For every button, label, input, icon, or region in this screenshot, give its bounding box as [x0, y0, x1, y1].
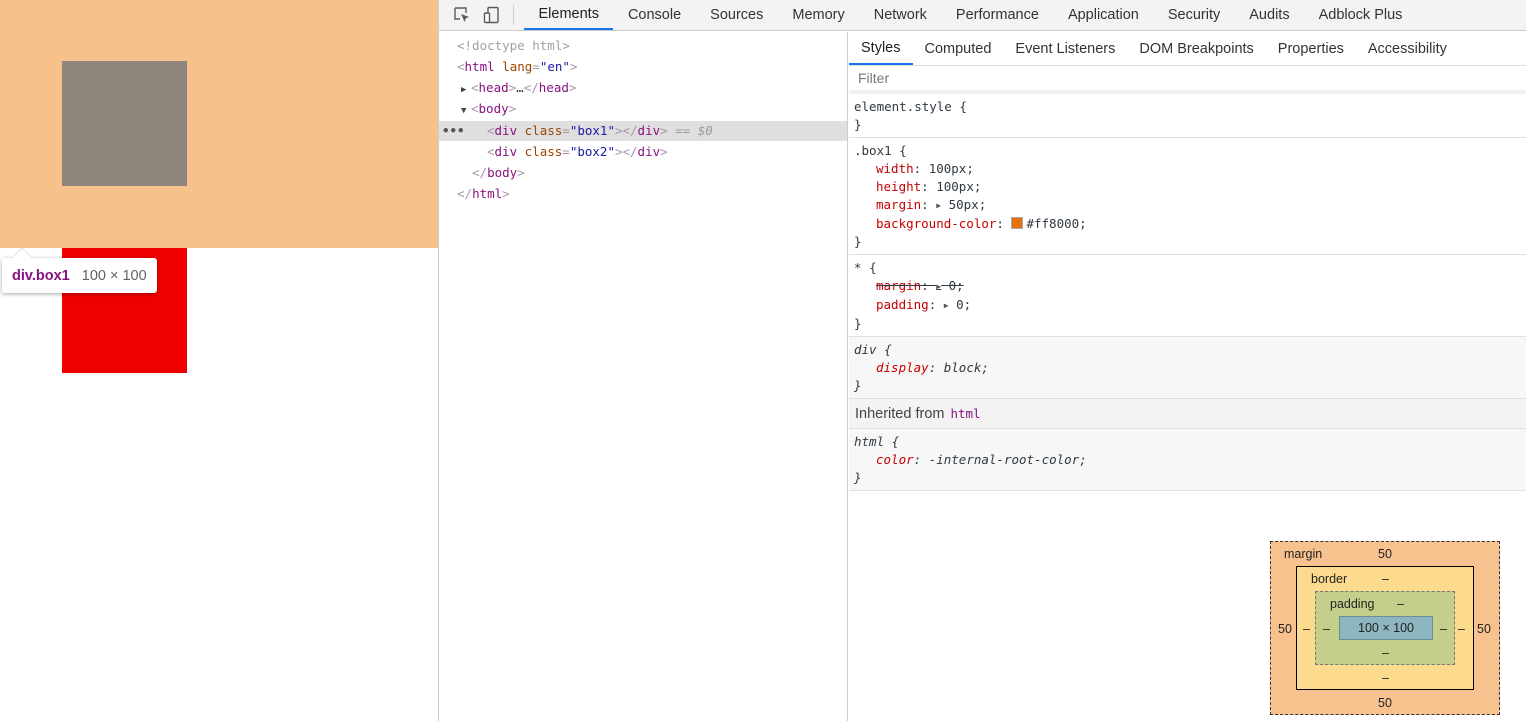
- border-left-value[interactable]: –: [1303, 622, 1310, 636]
- margin-bottom-value[interactable]: 50: [1378, 696, 1392, 710]
- padding-right-value[interactable]: –: [1440, 622, 1447, 636]
- tooltip-selector: div.box1: [12, 267, 70, 284]
- border-bottom-value[interactable]: –: [1382, 671, 1389, 685]
- box1-content-highlight: [62, 61, 187, 186]
- dom-html-open[interactable]: <html lang="en">: [439, 57, 847, 77]
- border-right-value[interactable]: –: [1458, 622, 1465, 636]
- toolbar-divider: [513, 5, 514, 25]
- box-model-padding-label: padding: [1330, 597, 1375, 611]
- rule-element-style[interactable]: element.style { }: [849, 94, 1526, 138]
- tab-console[interactable]: Console: [613, 0, 695, 30]
- dom-doctype[interactable]: <!doctype html>: [439, 36, 847, 56]
- color-swatch-icon[interactable]: [1011, 217, 1024, 229]
- styles-filter-input[interactable]: Filter: [849, 66, 1526, 94]
- devtools-window: Elements Console Sources Memory Network …: [438, 0, 1526, 721]
- expand-shorthand-icon[interactable]: ▶: [944, 301, 949, 310]
- inherited-from-header: Inherited from html: [849, 399, 1526, 429]
- box-model-border-label: border: [1311, 572, 1348, 586]
- subtab-accessibility[interactable]: Accessibility: [1356, 32, 1459, 65]
- styles-subtabs: Styles Computed Event Listeners DOM Brea…: [849, 32, 1526, 66]
- expand-shorthand-icon[interactable]: ▶: [936, 201, 941, 210]
- box-model-margin-label: margin: [1284, 547, 1323, 561]
- subtab-dom-breakpoints[interactable]: DOM Breakpoints: [1127, 32, 1265, 65]
- box-model-content[interactable]: 100 × 100: [1339, 616, 1433, 640]
- inspect-element-icon[interactable]: [447, 0, 477, 30]
- padding-bottom-value[interactable]: –: [1382, 646, 1389, 660]
- collapse-triangle-icon[interactable]: ▼: [461, 101, 471, 121]
- tooltip-size: 100 × 100: [81, 267, 147, 284]
- tab-performance[interactable]: Performance: [941, 0, 1053, 30]
- dom-tree: <!doctype html> <html lang="en"> ▶ <head>…: [439, 32, 848, 721]
- subtab-computed[interactable]: Computed: [913, 32, 1004, 65]
- rule-box1[interactable]: .box1 { width: 100px; height: 100px; mar…: [849, 138, 1526, 255]
- tab-elements[interactable]: Elements: [524, 0, 614, 30]
- padding-top-value[interactable]: –: [1397, 597, 1404, 611]
- dom-body-close[interactable]: </body>: [439, 163, 847, 183]
- dom-html-close[interactable]: </html>: [439, 184, 847, 204]
- subtab-styles[interactable]: Styles: [849, 32, 913, 65]
- page-preview: div.box1 100 × 100: [0, 0, 438, 721]
- margin-top-value[interactable]: 50: [1378, 547, 1392, 561]
- tab-sources[interactable]: Sources: [696, 0, 778, 30]
- inherited-from-link[interactable]: html: [950, 406, 980, 421]
- expand-triangle-icon[interactable]: ▶: [461, 80, 471, 100]
- dom-box1-node[interactable]: ••• <div class="box1"></div> == $0: [439, 121, 847, 141]
- dom-head-node[interactable]: ▶ <head>…</head>: [439, 78, 847, 98]
- margin-right-value[interactable]: 50: [1477, 622, 1491, 636]
- rule-universal[interactable]: * { margin: ▶ 0; padding: ▶ 0; }: [849, 255, 1526, 337]
- margin-left-value[interactable]: 50: [1278, 622, 1292, 636]
- rule-user-agent-div[interactable]: div { display: block; }: [849, 337, 1526, 399]
- tab-network[interactable]: Network: [859, 0, 941, 30]
- rule-html-inherited[interactable]: html { color: -internal-root-color; }: [849, 429, 1526, 491]
- expand-shorthand-icon[interactable]: ▶: [936, 282, 941, 291]
- tab-memory[interactable]: Memory: [778, 0, 859, 30]
- subtab-properties[interactable]: Properties: [1266, 32, 1356, 65]
- tab-audits[interactable]: Audits: [1235, 0, 1304, 30]
- devtools-tabbar: Elements Console Sources Memory Network …: [439, 0, 1526, 31]
- more-options-icon[interactable]: •••: [442, 121, 465, 141]
- device-toolbar-icon[interactable]: [477, 0, 507, 30]
- subtab-event-listeners[interactable]: Event Listeners: [1003, 32, 1127, 65]
- inspect-tooltip: div.box1 100 × 100: [2, 258, 157, 293]
- tab-adblock-plus[interactable]: Adblock Plus: [1304, 0, 1417, 30]
- tab-application[interactable]: Application: [1053, 0, 1153, 30]
- tab-security[interactable]: Security: [1153, 0, 1234, 30]
- dom-box2-node[interactable]: <div class="box2"></div>: [439, 142, 847, 162]
- padding-left-value[interactable]: –: [1323, 622, 1330, 636]
- dom-body-open[interactable]: ▼ <body>: [439, 99, 847, 119]
- border-top-value[interactable]: –: [1382, 572, 1389, 586]
